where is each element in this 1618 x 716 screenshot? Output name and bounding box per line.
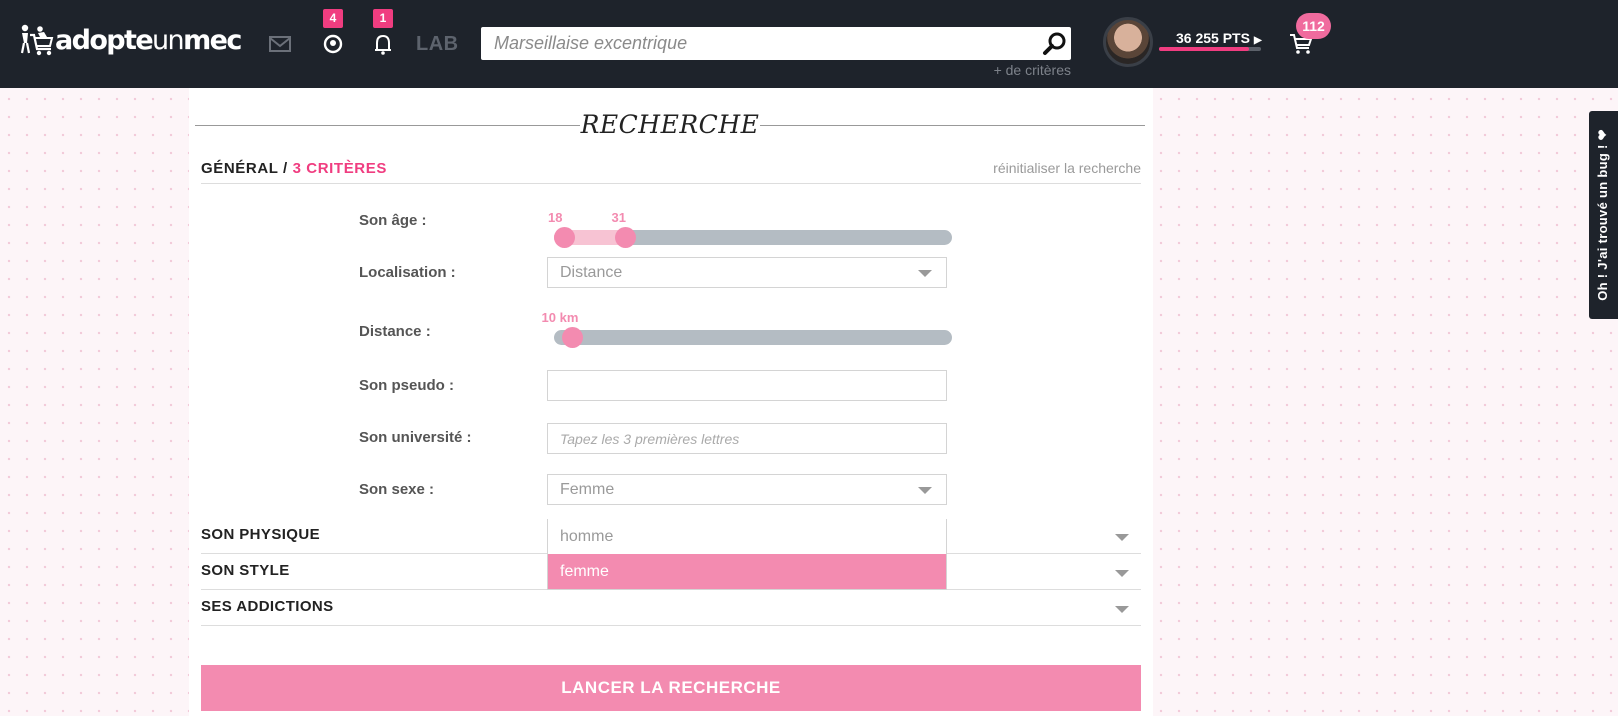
page-title: RECHERCHE [580, 110, 760, 139]
section-title: GÉNÉRAL / 3 CRITÈRES [201, 160, 387, 177]
report-bug-tab[interactable]: Oh ! J'ai trouvé un bug ! ❤ [1589, 111, 1618, 319]
top-navigation-bar: adopteunmec 4 1 LAB + de critères 36 255… [0, 0, 1618, 88]
pseudo-label: Son pseudo : [359, 377, 454, 394]
notifications-badge: 1 [373, 9, 393, 28]
caret-right-icon: ▶ [1253, 35, 1262, 46]
cart-badge: 112 [1296, 13, 1331, 39]
eye-visits-icon[interactable] [320, 32, 346, 56]
visits-badge: 4 [323, 9, 343, 28]
section-addictions-label: SES ADDICTIONS [201, 598, 334, 615]
sex-selected-value: Femme [560, 481, 615, 498]
points-counter[interactable]: 36 255 PTS ▶ [1176, 30, 1262, 46]
sex-label: Son sexe : [359, 481, 435, 498]
reset-search-link[interactable]: réinitialiser la recherche [993, 160, 1141, 176]
section-physique-label: SON PHYSIQUE [201, 526, 320, 543]
report-bug-label: Oh ! J'ai trouvé un bug ! ❤ [1595, 129, 1611, 301]
search-bar [481, 27, 1071, 60]
sex-option-femme[interactable]: femme [548, 554, 946, 589]
search-input[interactable] [481, 27, 1039, 60]
location-label: Localisation : [359, 264, 456, 281]
section-general-label: GÉNÉRAL / [201, 160, 288, 177]
sex-option-homme[interactable]: homme [548, 519, 946, 554]
logo-wordmark: adopteunmec [55, 24, 242, 56]
panel-title-row: RECHERCHE [195, 110, 1145, 140]
launch-search-button[interactable]: LANCER LA RECHERCHE [201, 665, 1141, 711]
section-addictions[interactable]: SES ADDICTIONS [201, 590, 1141, 626]
location-selected-value: Distance [560, 264, 623, 281]
age-range-slider[interactable] [554, 227, 952, 248]
logo-text-adopte: adopte [55, 24, 154, 56]
criteria-count: 3 CRITÈRES [292, 160, 387, 177]
distance-handle[interactable] [561, 327, 583, 348]
heart-icon: ❤ [1595, 129, 1610, 141]
age-min-value: 18 [548, 210, 563, 225]
points-progress-bar [1159, 47, 1261, 51]
distance-value: 10 km [541, 310, 579, 325]
location-select[interactable]: Distance [547, 257, 947, 288]
avatar[interactable] [1103, 17, 1153, 67]
university-label: Son université : [359, 429, 472, 446]
sex-dropdown-menu: homme femme [547, 519, 947, 590]
points-progress-fill [1159, 47, 1249, 51]
logo-text-mec: mec [183, 24, 242, 56]
lab-link[interactable]: LAB [416, 33, 459, 56]
pseudo-input[interactable] [547, 370, 947, 401]
search-button[interactable] [1039, 27, 1071, 60]
search-panel: RECHERCHE GÉNÉRAL / 3 CRITÈRES réinitial… [189, 88, 1153, 716]
envelope-icon[interactable] [267, 32, 293, 56]
points-value: 36 255 PTS [1176, 30, 1250, 46]
age-label: Son âge : [359, 212, 427, 229]
shopping-cart-logo-icon [20, 24, 54, 56]
distance-label: Distance : [359, 323, 431, 340]
age-max-value: 31 [611, 210, 626, 225]
bell-icon[interactable] [370, 32, 396, 56]
chevron-down-icon [1115, 606, 1129, 613]
chevron-down-icon [1115, 534, 1129, 541]
age-max-handle[interactable] [614, 227, 636, 248]
report-bug-text: Oh ! J'ai trouvé un bug ! [1595, 144, 1610, 301]
distance-slider[interactable] [554, 327, 952, 348]
site-logo[interactable]: adopteunmec [18, 22, 242, 58]
sex-select[interactable]: Femme [547, 474, 947, 505]
logo-text-un: un [152, 24, 185, 56]
age-min-handle[interactable] [554, 227, 575, 248]
chevron-down-icon [918, 487, 932, 494]
section-style-label: SON STYLE [201, 562, 290, 579]
general-section-header: GÉNÉRAL / 3 CRITÈRES réinitialiser la re… [201, 158, 1141, 184]
chevron-down-icon [918, 270, 932, 277]
magnifier-icon [1043, 32, 1066, 55]
university-input[interactable] [547, 423, 947, 454]
chevron-down-icon [1115, 570, 1129, 577]
more-criteria-link[interactable]: + de critères [994, 62, 1071, 78]
